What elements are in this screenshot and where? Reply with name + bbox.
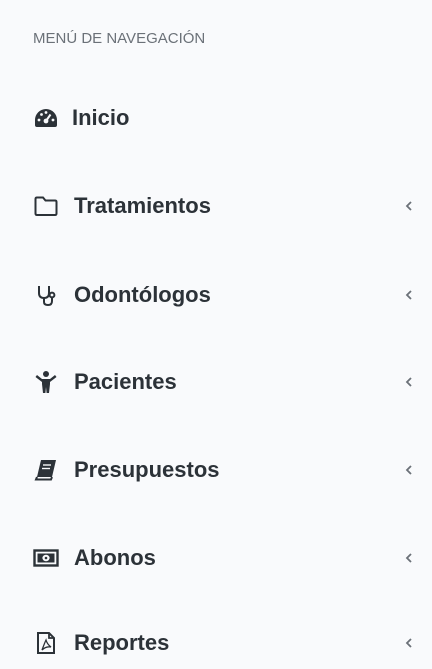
chevron-left-icon	[405, 377, 412, 387]
dashboard-icon	[33, 106, 59, 130]
sidebar-item-inicio[interactable]: Inicio	[0, 88, 432, 148]
chevron-left-icon	[405, 638, 412, 648]
chevron-left-icon	[405, 201, 412, 211]
sidebar-item-reportes[interactable]: Reportes	[0, 613, 432, 669]
sidebar-item-label: Odontólogos	[74, 282, 211, 307]
sidebar-item-odontologos[interactable]: Odontólogos	[0, 265, 432, 325]
sidebar-item-pacientes[interactable]: Pacientes	[0, 352, 432, 412]
chevron-left-icon	[405, 290, 412, 300]
sidebar-item-tratamientos[interactable]: Tratamientos	[0, 176, 432, 236]
sidebar-item-presupuestos[interactable]: Presupuestos	[0, 440, 432, 500]
chevron-left-icon	[405, 553, 412, 563]
chevron-left-icon	[405, 465, 412, 475]
stethoscope-icon	[33, 283, 59, 307]
sidebar-item-label: Inicio	[72, 105, 130, 130]
child-icon	[33, 370, 59, 394]
book-icon	[33, 458, 59, 482]
money-icon	[33, 546, 59, 570]
file-pdf-icon	[33, 631, 59, 655]
sidebar-menu: MENÚ DE NAVEGACIÓN Inicio Tratamientos O…	[0, 0, 432, 669]
sidebar-item-label: Pacientes	[74, 369, 177, 394]
nav-header: MENÚ DE NAVEGACIÓN	[33, 30, 206, 47]
sidebar-item-label: Presupuestos	[74, 457, 220, 482]
folder-icon	[33, 194, 59, 218]
sidebar-item-label: Abonos	[74, 545, 156, 570]
sidebar-item-abonos[interactable]: Abonos	[0, 528, 432, 588]
sidebar-item-label: Tratamientos	[74, 193, 211, 218]
sidebar-item-label: Reportes	[74, 630, 170, 655]
